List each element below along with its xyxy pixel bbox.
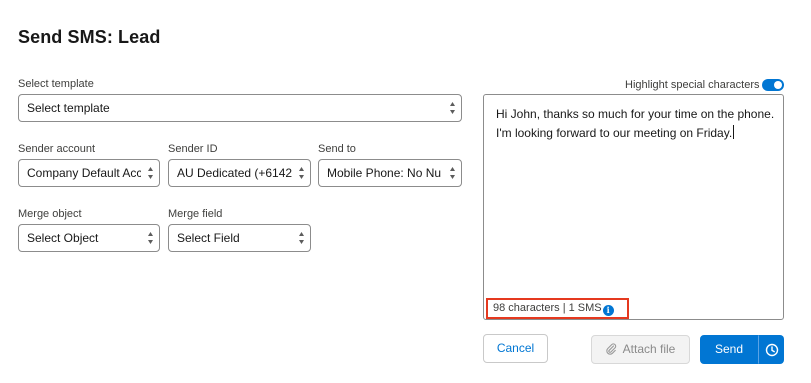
- text-caret: [733, 125, 735, 139]
- merge-object-select[interactable]: Select Object: [18, 224, 160, 252]
- attach-file-label: Attach file: [622, 342, 676, 356]
- merge-field-value: Select Field: [177, 231, 240, 245]
- updown-arrows-icon: [449, 166, 456, 180]
- template-label: Select template: [18, 78, 94, 90]
- character-count-text: 98 characters | 1 SMS: [493, 302, 602, 314]
- message-line: Hi John, thanks so much for your time on…: [496, 107, 775, 121]
- send-button[interactable]: Send: [700, 335, 758, 364]
- sender-id-select[interactable]: AU Dedicated (+6142: [168, 159, 311, 187]
- attach-file-button[interactable]: Attach file: [591, 335, 690, 364]
- sender-account-label: Sender account: [18, 143, 96, 155]
- template-select[interactable]: Select template: [18, 94, 462, 122]
- merge-field-label: Merge field: [168, 208, 223, 220]
- info-icon[interactable]: i: [602, 305, 614, 316]
- sender-id-label: Sender ID: [168, 143, 218, 155]
- highlight-toggle-label: Highlight special characters: [625, 79, 760, 91]
- clock-icon: [765, 343, 779, 357]
- message-line-text: I'm looking forward to our meeting on Fr…: [496, 126, 733, 140]
- send-to-value: Mobile Phone: No Nu: [327, 166, 442, 180]
- dialog-title: Send SMS: Lead: [18, 27, 161, 47]
- schedule-send-button[interactable]: [758, 335, 784, 364]
- sender-id-value: AU Dedicated (+6142: [177, 166, 292, 180]
- sender-account-select[interactable]: Company Default Acc: [18, 159, 160, 187]
- merge-object-value: Select Object: [27, 231, 99, 245]
- template-select-value: Select template: [27, 101, 110, 115]
- send-to-select[interactable]: Mobile Phone: No Nu: [318, 159, 462, 187]
- message-textarea[interactable]: Hi John, thanks so much for your time on…: [483, 94, 784, 320]
- send-to-label: Send to: [318, 143, 356, 155]
- updown-arrows-icon: [449, 101, 456, 115]
- merge-object-label: Merge object: [18, 208, 82, 220]
- updown-arrows-icon: [147, 231, 154, 245]
- highlight-toggle[interactable]: [762, 79, 784, 91]
- sender-account-value: Company Default Acc: [27, 166, 141, 180]
- paperclip-icon: [605, 338, 617, 365]
- message-line-last: I'm looking forward to our meeting on Fr…: [496, 124, 780, 143]
- cancel-button[interactable]: Cancel: [483, 334, 548, 363]
- merge-field-select[interactable]: Select Field: [168, 224, 311, 252]
- message-text: Hi John, thanks so much for your time on…: [496, 105, 780, 143]
- updown-arrows-icon: [298, 166, 305, 180]
- updown-arrows-icon: [298, 231, 305, 245]
- updown-arrows-icon: [147, 166, 154, 180]
- character-count: 98 characters | 1 SMS i: [486, 298, 629, 319]
- toggle-on-icon: [774, 81, 782, 89]
